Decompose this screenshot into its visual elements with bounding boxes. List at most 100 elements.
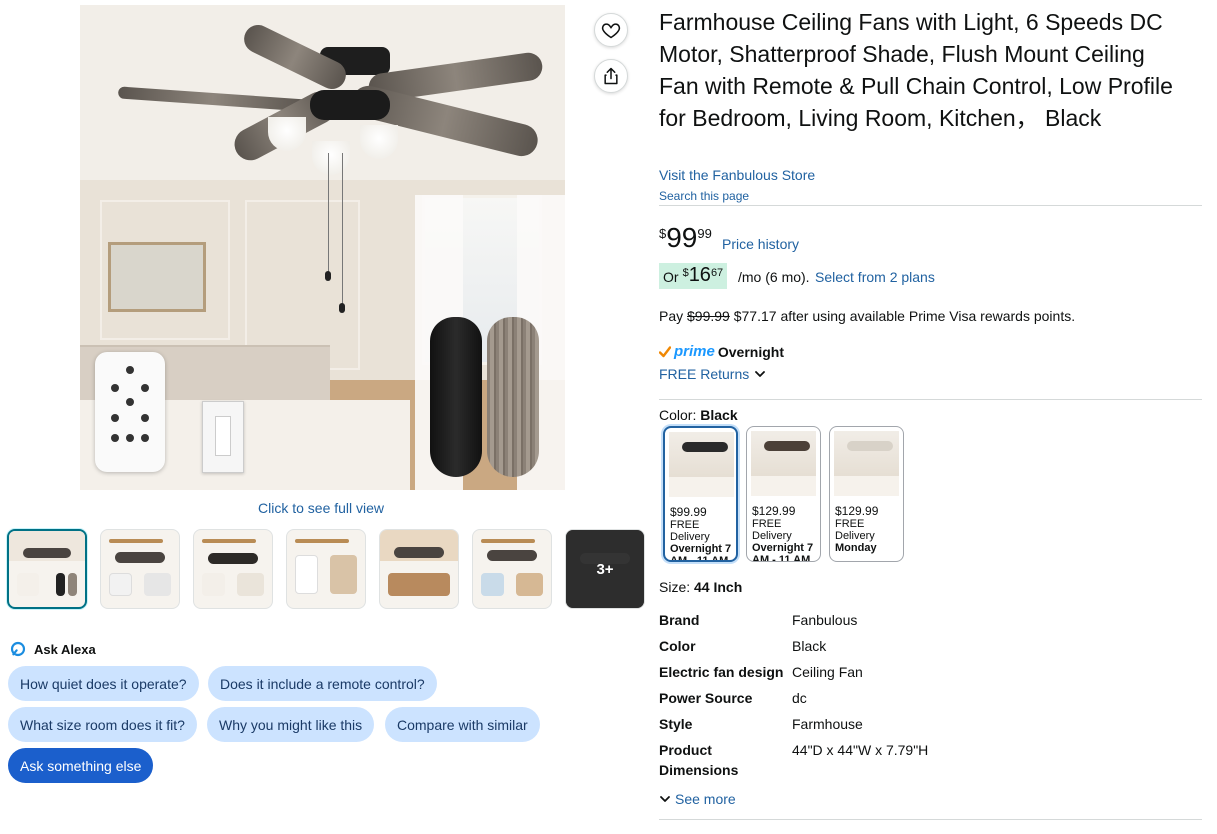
color-option-1[interactable]: $99.99 FREE Delivery Overnight 7 AM - 11… (663, 426, 738, 562)
swatch-date: Overnight 7 AM - 11 AM (670, 543, 732, 562)
select-plans-link[interactable]: Select from 2 plans (815, 269, 935, 285)
image-painting (108, 242, 206, 312)
divider (659, 399, 1202, 400)
size-label: Size: 44 Inch (659, 579, 742, 595)
thumbnail-2[interactable] (100, 529, 180, 609)
see-more-label: See more (675, 791, 736, 807)
thumbnail-5[interactable] (379, 529, 459, 609)
image-pull-weight (339, 303, 345, 313)
price-history-link[interactable]: Price history (722, 236, 799, 252)
monthly-or: Or (663, 269, 679, 285)
thumbnail-more[interactable]: 3+ (565, 529, 645, 609)
spec-key: Brand (659, 612, 700, 628)
divider (659, 819, 1202, 820)
thumbnail-3[interactable] (193, 529, 273, 609)
rewards-text: $77.17 after using available Prime Visa … (733, 308, 1076, 324)
spec-value: Ceiling Fan (792, 664, 863, 680)
ask-alexa-title: Ask Alexa (34, 641, 96, 657)
spec-key: Style (659, 716, 693, 732)
alexa-question-why-like[interactable]: Why you might like this (207, 707, 375, 742)
swatch-price: $129.99 (752, 504, 796, 518)
color-label-text: Color: (659, 407, 697, 423)
main-product-image[interactable] (80, 5, 565, 490)
rewards-line: Pay $99.99 $77.17 after using available … (659, 308, 1075, 324)
swatch-image (751, 431, 816, 496)
thumbnail-1[interactable] (7, 529, 87, 609)
heart-icon (601, 23, 621, 39)
image-blade-black (430, 317, 482, 477)
thumbnail-strip: 3+ (7, 529, 645, 609)
search-page-link[interactable]: Search this page (659, 189, 749, 203)
spec-value: dc (792, 690, 807, 706)
swatch-date: Monday (835, 542, 877, 554)
swatch-price: $99.99 (670, 505, 707, 519)
ask-something-else-button[interactable]: Ask something else (8, 748, 154, 783)
spec-row-fan-design: Electric fan design Ceiling Fan (659, 662, 1059, 682)
spec-value: Farmhouse (792, 716, 863, 732)
divider (659, 205, 1202, 206)
full-view-link[interactable]: Click to see full view (258, 500, 384, 516)
spec-value: 44"D x 44"W x 7.79"H (792, 742, 929, 758)
image-remote-control (95, 352, 165, 472)
swatch-delivery: FREE Delivery (835, 518, 875, 542)
alexa-question-compare[interactable]: Compare with similar (385, 707, 540, 742)
spec-row-style: Style Farmhouse (659, 714, 1059, 734)
image-fan-body (310, 90, 390, 120)
alexa-question-quiet[interactable]: How quiet does it operate? (8, 666, 199, 701)
swatch-delivery: FREE Delivery (752, 518, 792, 542)
wishlist-button[interactable] (594, 13, 628, 47)
swatch-date: Overnight 7 AM - 11 AM (752, 542, 814, 562)
price-whole: 99 (666, 222, 698, 253)
prime-check-icon (659, 345, 671, 357)
ask-alexa-heading: Ask Alexa (10, 641, 96, 657)
image-blade-wood (487, 317, 539, 477)
image-pull-chain (328, 153, 329, 273)
spec-value: Black (792, 638, 827, 654)
spec-key: Product Dimensions (659, 742, 739, 778)
product-title: Farmhouse Ceiling Fans with Light, 6 Spe… (659, 9, 1173, 131)
price: $ 99 99 (659, 223, 712, 253)
spec-key: Electric fan design (659, 664, 784, 680)
swatch-image (669, 432, 734, 497)
thumbnail-6[interactable] (472, 529, 552, 609)
image-pull-weight (325, 271, 331, 281)
chevron-down-icon (660, 796, 670, 802)
image-pull-chain (342, 153, 343, 305)
store-link[interactable]: Visit the Fanbulous Store (659, 167, 815, 183)
monthly-term: /mo (6 mo). (738, 269, 810, 285)
alexa-question-remote[interactable]: Does it include a remote control? (208, 666, 437, 701)
monthly-payment-badge: Or $ 16 67 (659, 263, 728, 289)
image-wall-switch (202, 401, 244, 473)
free-returns-link[interactable]: FREE Returns (659, 366, 766, 382)
prime-speed: Overnight (717, 343, 784, 360)
spec-key: Color (659, 638, 696, 654)
color-option-3[interactable]: $129.99 FREE Delivery Monday (829, 426, 904, 562)
see-more-link[interactable]: See more (659, 791, 736, 807)
size-label-text: Size: (659, 579, 691, 595)
monthly-fraction: 67 (710, 267, 724, 279)
price-symbol: $ (659, 226, 667, 241)
spec-row-power-source: Power Source dc (659, 688, 1059, 708)
prime-logo: prime (674, 343, 715, 360)
swatch-price: $129.99 (835, 504, 879, 518)
more-images-count: 3+ (566, 530, 644, 608)
rewards-original-price: $99.99 (687, 308, 730, 324)
alexa-question-room-size[interactable]: What size room does it fit? (8, 707, 197, 742)
share-button[interactable] (594, 59, 628, 93)
spec-value: Fanbulous (792, 612, 858, 628)
color-option-2[interactable]: $129.99 FREE Delivery Overnight 7 AM - 1… (746, 426, 821, 562)
free-returns-label: FREE Returns (659, 366, 750, 382)
spec-row-brand: Brand Fanbulous (659, 610, 1059, 630)
thumbnail-4[interactable] (286, 529, 366, 609)
color-selected: Black (700, 407, 738, 423)
rewards-prefix: Pay (659, 308, 684, 324)
spec-row-dimensions: Product Dimensions 44"D x 44"W x 7.79"H (659, 740, 1059, 780)
swatch-image (834, 431, 899, 496)
prime-delivery: prime Overnight (659, 343, 784, 360)
share-icon (604, 67, 618, 85)
color-label: Color: Black (659, 407, 738, 423)
alexa-icon (10, 641, 26, 657)
size-selected: 44 Inch (694, 579, 743, 595)
chevron-down-icon (755, 371, 766, 377)
spec-key: Power Source (659, 690, 753, 706)
